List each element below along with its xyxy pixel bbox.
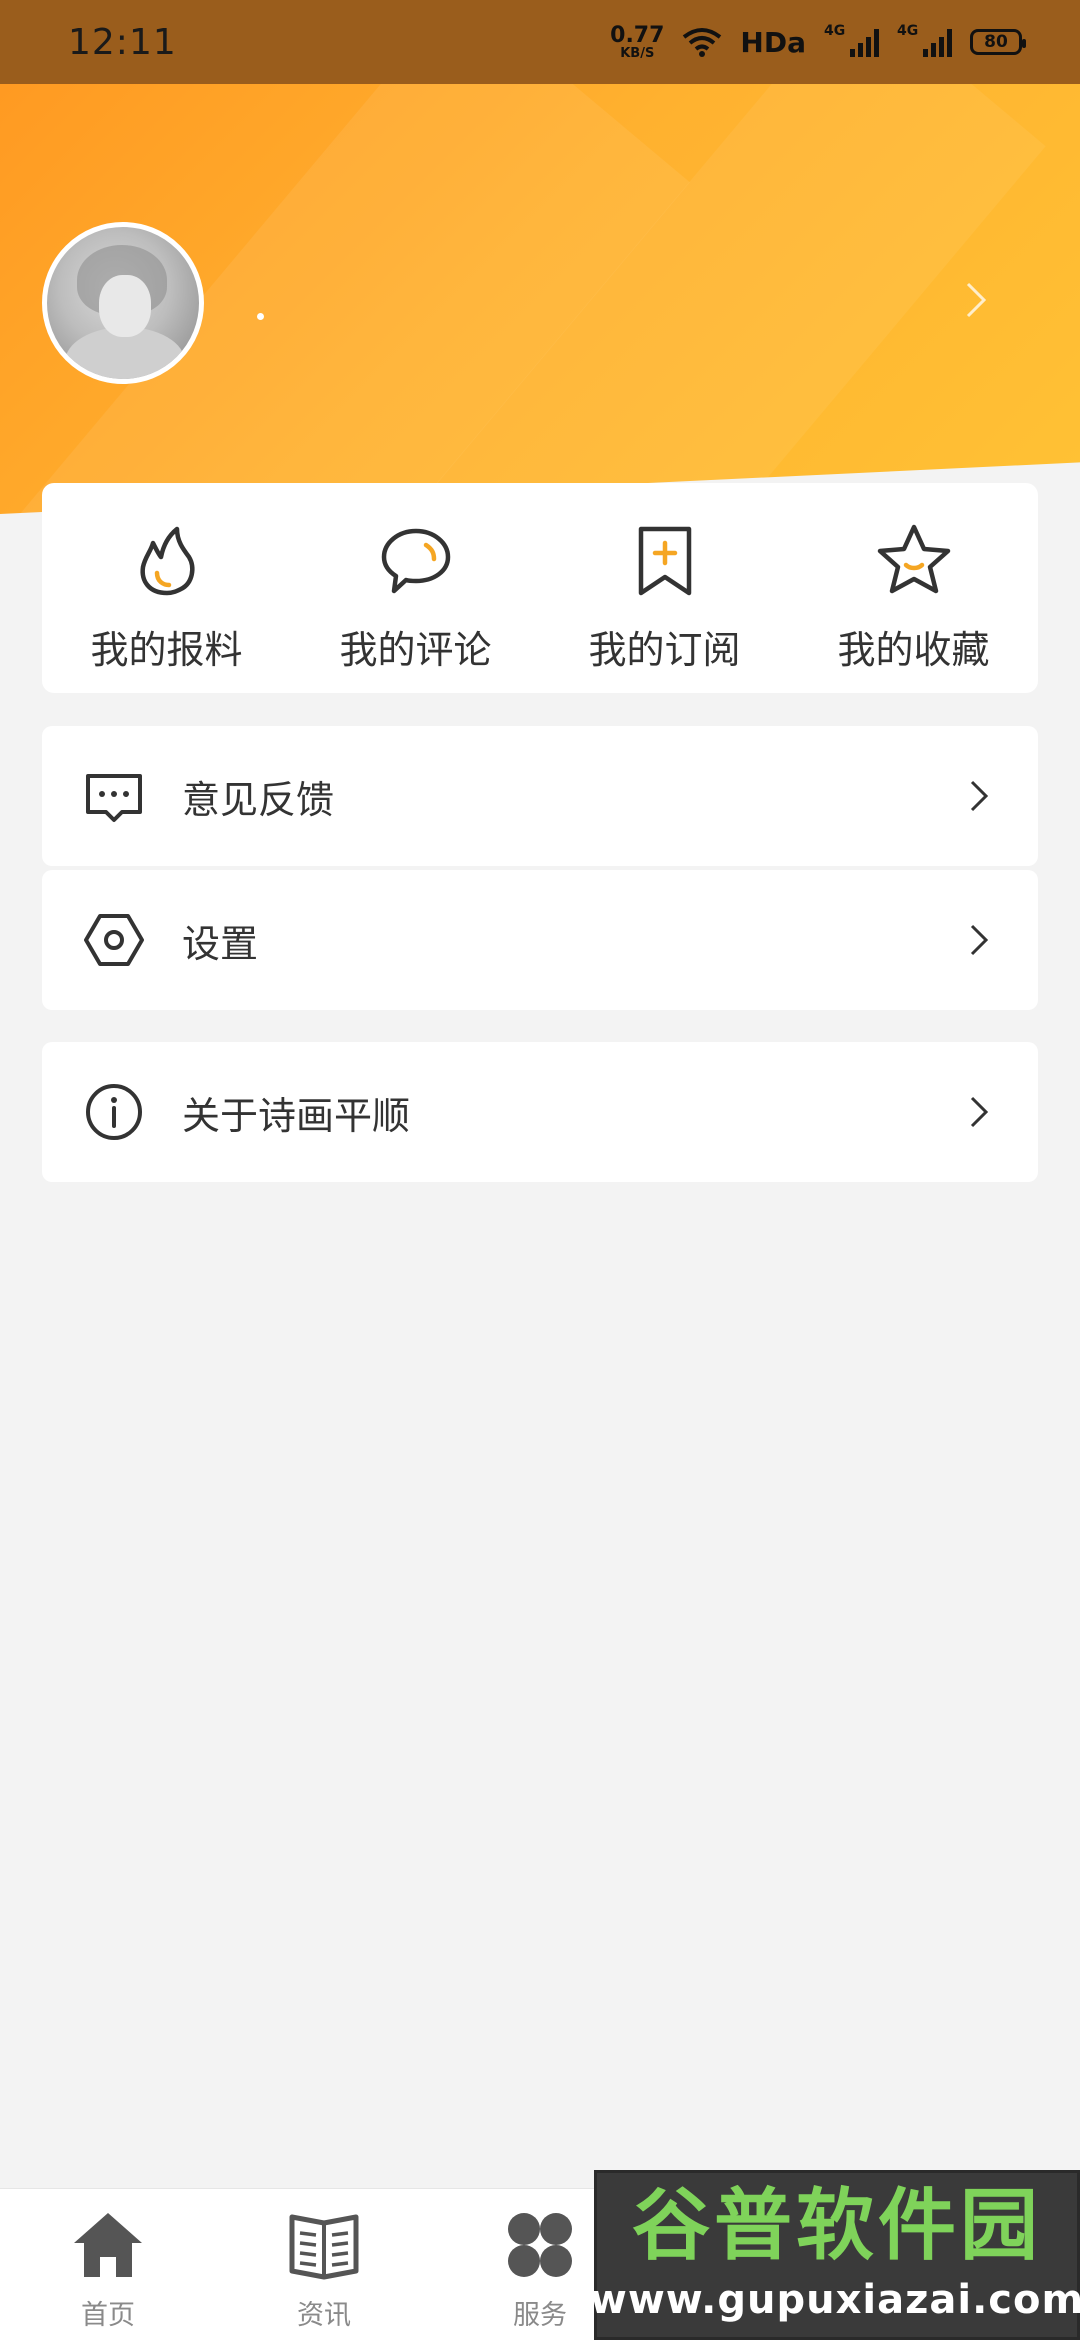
home-icon [74, 2213, 142, 2277]
nav-label: 服务 [513, 2300, 567, 2331]
quick-action-label: 我的评论 [339, 628, 492, 672]
watermark: 谷普软件园 www.gupuxiazai.com [590, 2170, 1080, 2340]
network-speed-unit: KB/S [620, 45, 655, 61]
watermark-url: www.gupuxiazai.com [589, 2277, 1080, 2323]
bookmark-plus-icon [638, 526, 691, 596]
feedback-message-icon [86, 774, 142, 822]
signal-icon-sim2: 4G [897, 23, 952, 57]
nav-label: 首页 [81, 2300, 135, 2331]
star-icon [877, 524, 950, 594]
chevron-right-icon[interactable] [962, 280, 990, 320]
menu-label-settings: 设置 [182, 921, 259, 966]
clover-grid-icon [508, 2213, 572, 2277]
quick-action-my-subscriptions[interactable]: 我的订阅 [540, 483, 789, 693]
chevron-right-icon [970, 780, 989, 812]
network-speed-value: 0.77 [610, 22, 665, 48]
nav-item-home[interactable]: 首页 [38, 2207, 178, 2332]
sim1-network-type: 4G [824, 23, 846, 39]
signal-icon-sim1: 4G [824, 23, 879, 57]
wifi-icon [683, 28, 722, 57]
status-icons: 0.77 KB/S HDa 4G 4G 80 [610, 22, 1026, 61]
menu-row-feedback[interactable]: 意见反馈 [42, 726, 1038, 866]
speech-bubble-icon [381, 528, 450, 594]
menu-label-feedback: 意见反馈 [182, 777, 335, 822]
nav-label: 资讯 [297, 2300, 351, 2331]
hd-indicator: HDa [740, 25, 806, 59]
chevron-right-icon [970, 924, 989, 956]
status-time: 12:11 [68, 21, 177, 63]
status-bar: 12:11 0.77 KB/S HDa 4G 4G 80 [0, 0, 1080, 84]
info-circle-icon [86, 1084, 142, 1140]
battery-level: 80 [984, 32, 1008, 52]
quick-action-label: 我的收藏 [837, 628, 990, 672]
quick-action-my-favorites[interactable]: 我的收藏 [789, 483, 1038, 693]
battery-icon: 80 [970, 29, 1026, 55]
quick-action-label: 我的订阅 [588, 628, 741, 672]
quick-action-my-reports[interactable]: 我的报料 [42, 483, 291, 693]
menu-row-about[interactable]: 关于诗画平顺 [42, 1042, 1038, 1182]
quick-actions-card: 我的报料 我的评论 我的订阅 我的收藏 [42, 483, 1038, 693]
sim2-network-type: 4G [897, 23, 919, 39]
watermark-title: 谷普软件园 [631, 2181, 1042, 2271]
avatar[interactable] [42, 222, 204, 384]
menu-row-settings[interactable]: 设置 [42, 870, 1038, 1010]
newspaper-icon [289, 2214, 359, 2280]
nav-item-news[interactable]: 资讯 [254, 2207, 394, 2332]
username: . [257, 313, 264, 320]
quick-action-label: 我的报料 [90, 628, 243, 672]
profile-page: 12:11 0.77 KB/S HDa 4G 4G 80 我的报料 我的评论 我… [0, 0, 1080, 2340]
menu-label-about: 关于诗画平顺 [182, 1093, 411, 1138]
quick-action-my-comments[interactable]: 我的评论 [291, 483, 540, 693]
chevron-right-icon [970, 1096, 989, 1128]
flame-icon [139, 526, 195, 596]
hex-nut-icon [84, 914, 144, 966]
network-speed: 0.77 KB/S [610, 22, 665, 61]
